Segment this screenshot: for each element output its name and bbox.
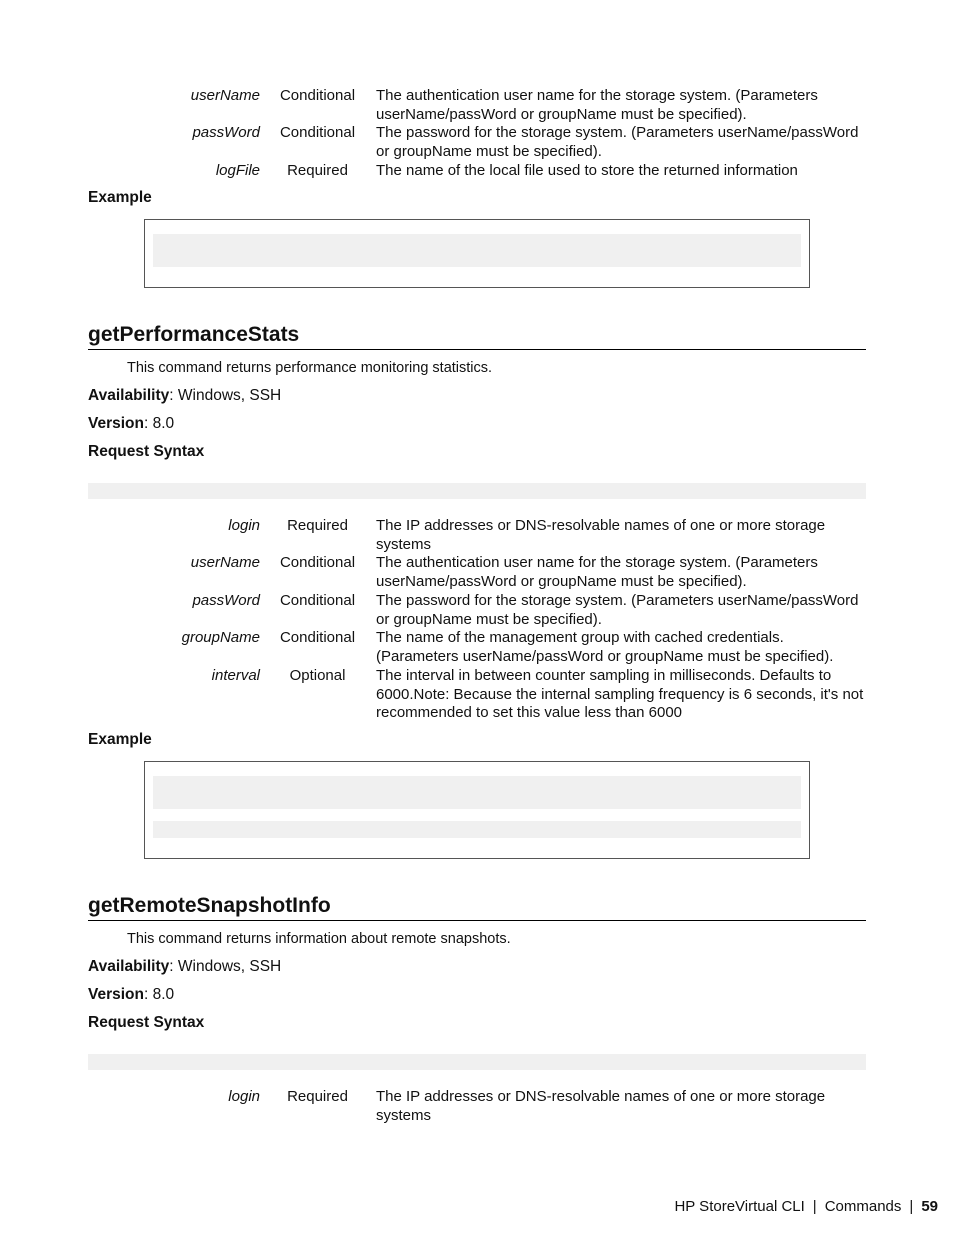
param-name: interval [211, 667, 260, 684]
param-name: userName [190, 87, 260, 104]
param-description: The IP addresses or DNS-resolvable names… [376, 517, 826, 553]
param-description: The password for the storage system. (Pa… [376, 124, 859, 160]
example-heading: Example [88, 731, 152, 748]
param-name: passWord [192, 592, 260, 609]
example-heading: Example [88, 189, 152, 206]
param-name: groupName [181, 629, 260, 646]
param-name: login [228, 1088, 260, 1105]
param-requirement: Conditional [279, 592, 356, 609]
param-description: The IP addresses or DNS-resolvable names… [376, 1088, 826, 1124]
param-requirement: Optional [289, 667, 346, 684]
availability: Availability: Windows, SSH [88, 387, 281, 405]
footer-separator: | [812, 1198, 817, 1215]
availability: Availability: Windows, SSH [88, 958, 281, 976]
param-requirement: Conditional [279, 629, 356, 646]
param-description: The authentication user name for the sto… [376, 87, 818, 123]
param-requirement: Required [287, 517, 348, 534]
availability-label: Availability [88, 958, 170, 975]
param-requirement: Conditional [279, 124, 356, 141]
code-line [153, 776, 801, 809]
param-requirement: Required [287, 162, 348, 179]
version-value: : 8.0 [144, 415, 175, 432]
section-description: This command returns information about r… [127, 931, 511, 947]
footer-product: HP StoreVirtual CLI [674, 1198, 805, 1215]
param-requirement: Required [287, 1088, 348, 1105]
version: Version: 8.0 [88, 986, 174, 1004]
code-line [153, 234, 801, 267]
param-requirement: Conditional [279, 554, 356, 571]
request-syntax-heading: Request Syntax [88, 1014, 205, 1031]
request-syntax-code [88, 483, 866, 499]
request-syntax-code [88, 1054, 866, 1070]
page-footer: HP StoreVirtual CLI | Commands | 59 [674, 1198, 938, 1215]
code-line [153, 821, 801, 838]
example-code-box [144, 761, 810, 859]
param-name: login [228, 517, 260, 534]
request-syntax-heading: Request Syntax [88, 443, 205, 460]
param-description: The password for the storage system. (Pa… [376, 592, 859, 628]
section-description: This command returns performance monitor… [127, 360, 493, 376]
param-description: The name of the local file used to store… [376, 162, 798, 179]
version-label: Version [88, 415, 144, 432]
availability-value: : Windows, SSH [169, 387, 282, 404]
availability-value: : Windows, SSH [169, 958, 282, 975]
footer-chapter: Commands [824, 1198, 902, 1215]
param-description: The interval in between counter sampling… [376, 667, 864, 721]
version-value: : 8.0 [144, 986, 175, 1003]
version: Version: 8.0 [88, 415, 174, 433]
example-code-box [144, 219, 810, 288]
param-description: The name of the management group with ca… [376, 629, 834, 665]
section-title: getRemoteSnapshotInfo [88, 894, 866, 921]
page-number: 59 [921, 1198, 938, 1215]
param-description: The authentication user name for the sto… [376, 554, 818, 590]
param-name: logFile [215, 162, 260, 179]
availability-label: Availability [88, 387, 170, 404]
section-title: getPerformanceStats [88, 323, 866, 350]
version-label: Version [88, 986, 144, 1003]
param-name: userName [190, 554, 260, 571]
footer-separator: | [909, 1198, 914, 1215]
param-name: passWord [192, 124, 260, 141]
param-requirement: Conditional [279, 87, 356, 104]
